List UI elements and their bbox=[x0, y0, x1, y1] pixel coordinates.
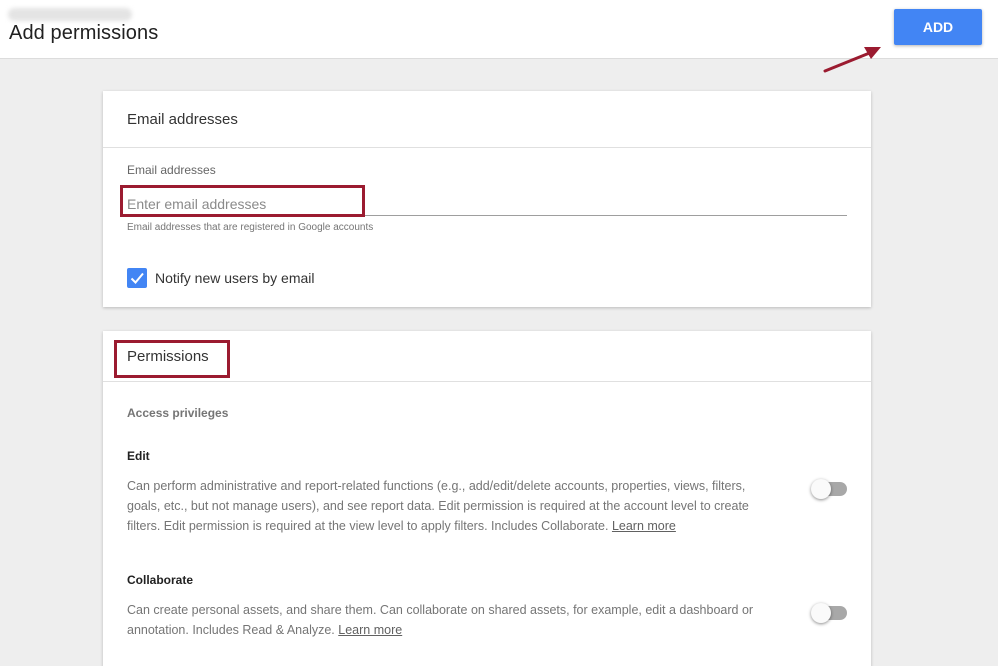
access-privileges-label: Access privileges bbox=[127, 406, 229, 420]
permissions-card-title: Permissions bbox=[127, 348, 209, 365]
email-card-header: Email addresses bbox=[103, 91, 871, 148]
arrow-annotation-icon bbox=[823, 47, 881, 73]
toggle-thumb bbox=[811, 479, 831, 499]
collaborate-permission-text: Can create personal assets, and share th… bbox=[127, 603, 754, 637]
permissions-card-header: Permissions bbox=[103, 331, 871, 382]
email-helper-text: Email addresses that are registered in G… bbox=[127, 222, 374, 233]
add-permissions-page: Add permissions ADD Email addresses Emai… bbox=[0, 0, 998, 666]
collaborate-learn-more-link[interactable]: Learn more bbox=[338, 623, 402, 637]
notify-checkbox[interactable] bbox=[127, 268, 147, 288]
collaborate-permission-toggle[interactable] bbox=[811, 602, 847, 624]
email-card: Email addresses Email addresses Email ad… bbox=[103, 91, 871, 307]
collaborate-permission-description: Can create personal assets, and share th… bbox=[127, 600, 767, 640]
page-title: Add permissions bbox=[9, 22, 159, 44]
check-icon bbox=[130, 272, 144, 284]
collaborate-permission-title: Collaborate bbox=[127, 573, 194, 587]
edit-permission-toggle[interactable] bbox=[811, 478, 847, 500]
edit-permission-description: Can perform administrative and report-re… bbox=[127, 476, 767, 536]
breadcrumb bbox=[8, 8, 132, 21]
toggle-thumb bbox=[811, 603, 831, 623]
email-field-label: Email addresses bbox=[127, 163, 216, 177]
add-button[interactable]: ADD bbox=[894, 9, 982, 45]
permissions-card: Permissions Access privileges Edit Can p… bbox=[103, 331, 871, 666]
email-input[interactable] bbox=[127, 192, 847, 216]
edit-learn-more-link[interactable]: Learn more bbox=[612, 519, 676, 533]
edit-permission-title: Edit bbox=[127, 449, 150, 463]
notify-checkbox-label: Notify new users by email bbox=[155, 270, 315, 286]
email-card-title: Email addresses bbox=[127, 111, 238, 128]
